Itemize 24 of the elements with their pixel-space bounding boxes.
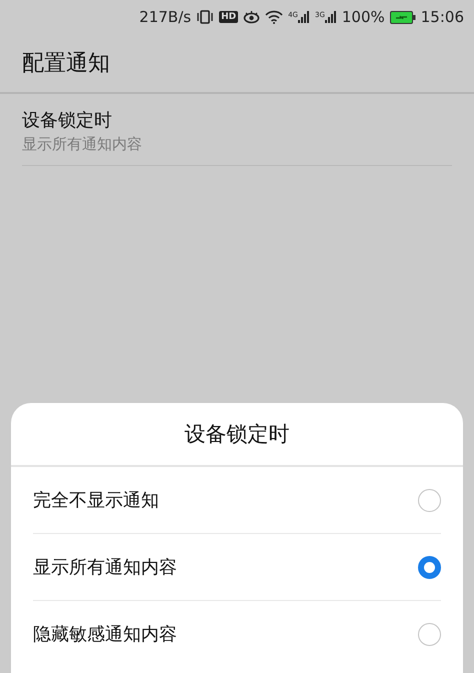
hd-badge: HD: [219, 11, 238, 23]
radio-button[interactable]: [418, 488, 441, 512]
setting-value: 显示所有通知内容: [22, 135, 143, 154]
option-label: 显示所有通知内容: [33, 556, 177, 579]
setting-title: 设备锁定时: [22, 109, 113, 132]
radio-button[interactable]: [418, 622, 441, 646]
option-label: 完全不显示通知: [33, 489, 159, 512]
page-title: 配置通知: [22, 50, 110, 78]
radio-button[interactable]: [418, 556, 441, 578]
battery-icon: [390, 10, 416, 24]
eye-icon: [243, 10, 260, 24]
vibrate-icon: [196, 10, 214, 24]
option-row[interactable]: 隐藏敏感通知内容: [33, 601, 441, 667]
wifi-icon: [265, 10, 284, 24]
network-speed: 217B/s: [139, 8, 192, 26]
battery-percent: 100%: [342, 8, 385, 26]
signal-icon: [324, 11, 337, 23]
signal-icon: [298, 11, 310, 23]
option-row[interactable]: 完全不显示通知: [33, 467, 441, 534]
option-row[interactable]: 显示所有通知内容: [33, 534, 441, 601]
setting-item[interactable]: 设备锁定时 显示所有通知内容: [22, 94, 452, 166]
option-label: 隐藏敏感通知内容: [33, 623, 177, 646]
dialog-title: 设备锁定时: [11, 403, 463, 467]
clock: 15:06: [420, 8, 464, 26]
